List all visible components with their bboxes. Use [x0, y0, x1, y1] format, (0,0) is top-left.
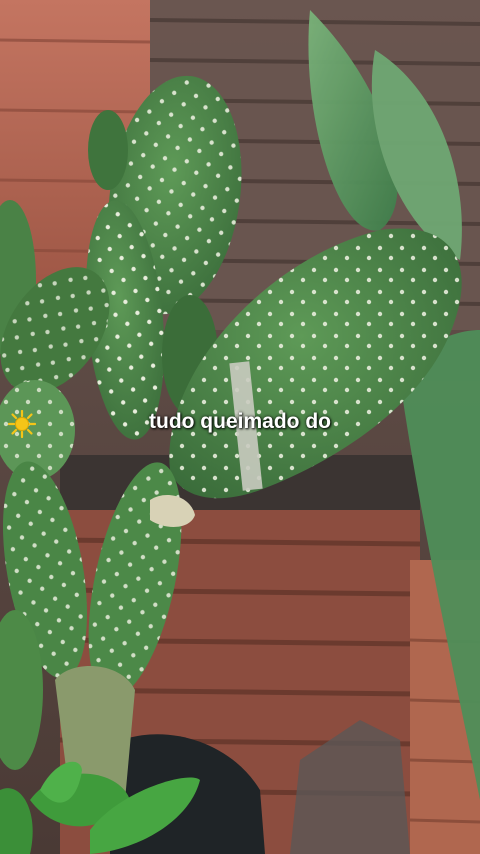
video-caption: tudo queimado do — [0, 410, 480, 438]
photo-scene: tudo queimado do — [0, 0, 480, 854]
caption-text: tudo queimado do — [149, 410, 331, 433]
sun-icon — [8, 410, 36, 438]
